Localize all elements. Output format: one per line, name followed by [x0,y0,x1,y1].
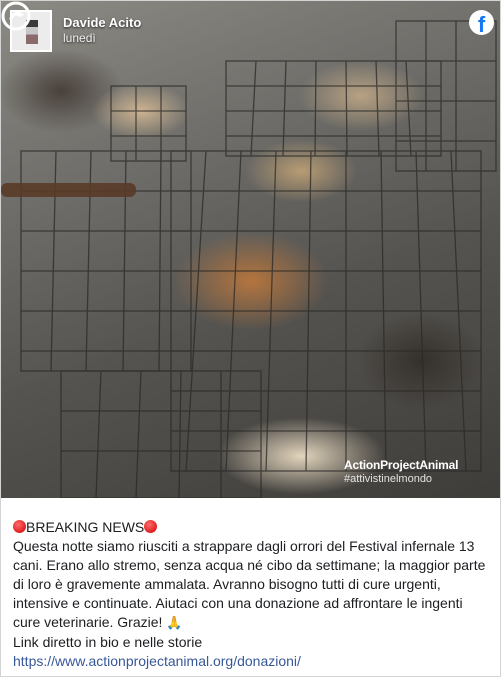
caption-body-line: Questa notte siamo riusciti a strappare … [13,537,491,633]
cage-wire-illustration [1,20,497,498]
facebook-icon[interactable]: f [469,10,494,37]
action-project-animal-logo-icon [1,1,31,31]
praying-hands-icon: 🙏 [166,616,183,631]
watermark-hashtag: #attivistinelmondo [344,473,433,485]
donation-link[interactable]: https://www.actionprojectanimal.org/dona… [13,653,301,669]
post-photo[interactable]: Davide Acito lunedì f ActionProjectAnima… [1,1,500,498]
watermark-brand: ActionProjectAnimal [344,458,459,472]
facebook-letter-glyph: f [477,12,486,37]
author-name[interactable]: Davide Acito [63,15,141,30]
caption-headline-line: BREAKING NEWS [13,518,491,537]
caption-link-note: Link diretto in bio e nelle storie [13,634,203,650]
red-circle-icon [13,520,26,533]
caption-body: Questa notte siamo riusciti a strappare … [13,538,486,630]
red-circle-icon [144,520,158,533]
facebook-post-card: Davide Acito lunedì f ActionProjectAnima… [0,0,501,677]
post-caption: BREAKING NEWS Questa notte siamo riuscit… [13,518,491,671]
caption-headline: BREAKING NEWS [26,519,145,535]
post-date[interactable]: lunedì [63,31,96,45]
